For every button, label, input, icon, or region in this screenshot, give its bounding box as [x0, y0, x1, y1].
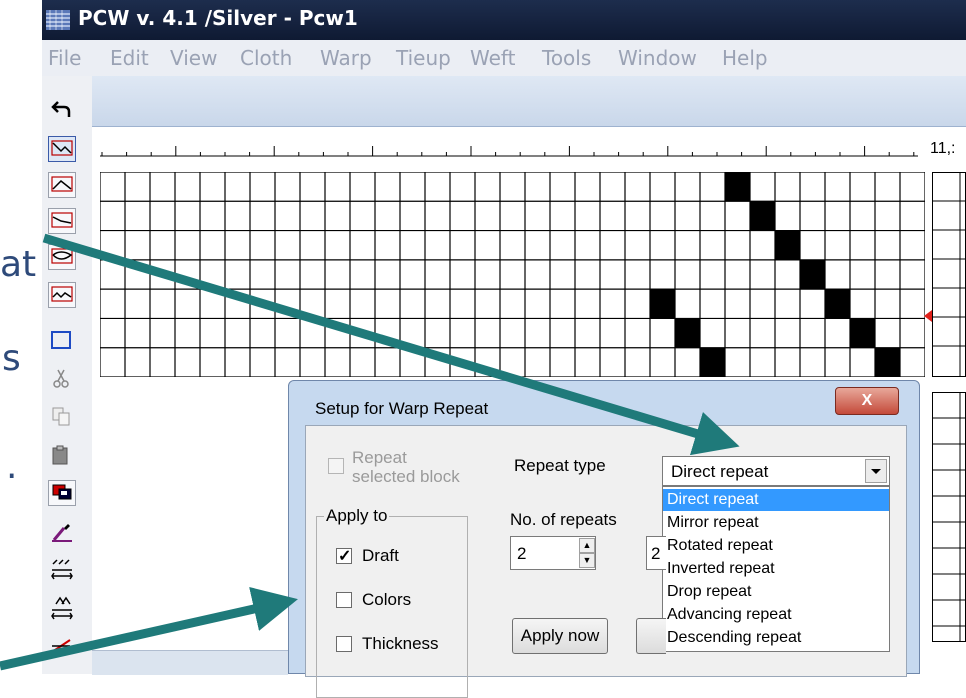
chevron-down-icon[interactable] [865, 459, 887, 483]
menu-weft[interactable]: Weft [470, 46, 515, 70]
pattern-tool-3-icon[interactable] [48, 208, 76, 234]
menu-warp[interactable]: Warp [320, 46, 372, 70]
window-title-bar: PCW v. 4.1 /Silver - Pcw1 [42, 0, 966, 40]
paste-icon[interactable] [48, 442, 76, 468]
repeat-selected-block-label: Repeat selected block [352, 448, 460, 486]
left-toolbar [42, 76, 93, 674]
apply-to-label: Apply to [324, 506, 390, 526]
menu-edit[interactable]: Edit [110, 46, 149, 70]
close-button[interactable]: X [835, 387, 899, 415]
filled-cell [650, 289, 675, 319]
row-marker-icon [924, 310, 932, 322]
dialog-body: Repeat selected block Apply to ✓ Draft C… [305, 425, 907, 698]
option-mirror-repeat[interactable]: Mirror repeat [663, 512, 889, 534]
undo-icon[interactable] [48, 96, 76, 122]
option-rotated-repeat[interactable]: Rotated repeat [663, 535, 889, 557]
thickness-label: Thickness [362, 634, 439, 653]
filled-cell [825, 289, 850, 319]
slide-text-fragment-2: s [2, 338, 21, 379]
option-advancing-repeat[interactable]: Advancing repeat [663, 604, 889, 626]
menu-view[interactable]: View [170, 46, 217, 70]
menu-file[interactable]: File [48, 46, 81, 70]
option-descending-repeat[interactable]: Descending repeat [663, 627, 889, 649]
second-button-partial[interactable] [636, 618, 666, 654]
apply-now-button[interactable]: Apply now [512, 618, 608, 654]
pattern-tool-2-icon[interactable] [48, 172, 76, 198]
filled-cell [700, 347, 725, 377]
tieup-grid-partial[interactable] [932, 172, 966, 377]
option-drop-repeat[interactable]: Drop repeat [663, 581, 889, 603]
pattern-tool-5-icon[interactable] [48, 282, 76, 308]
weft-repeat-icon[interactable] [48, 594, 76, 620]
spin-up-icon[interactable]: ▲ [579, 538, 595, 553]
filled-cell [725, 172, 750, 202]
warp-ruler [100, 146, 918, 157]
ruler-label: 11,: [930, 140, 956, 157]
apply-now-label: Apply now [520, 626, 600, 645]
document-toolbar-strip [92, 76, 966, 127]
block-copy-icon[interactable] [48, 480, 76, 506]
no-of-repeats-value: 2 [517, 544, 527, 563]
menu-tieup[interactable]: Tieup [396, 46, 451, 70]
draft-label: Draft [362, 546, 399, 565]
app-icon [46, 10, 70, 30]
menu-cloth[interactable]: Cloth [240, 46, 292, 70]
second-numeric-field[interactable]: 2 [646, 536, 666, 570]
repeat-type-label: Repeat type [514, 456, 606, 475]
spin-down-icon[interactable]: ▼ [579, 553, 595, 568]
pattern-tool-4-icon[interactable] [48, 244, 76, 270]
threading-grid[interactable] [100, 172, 925, 377]
option-direct-repeat[interactable]: Direct repeat [663, 489, 889, 511]
eyedropper-icon[interactable] [48, 518, 76, 544]
repeat-type-value: Direct repeat [671, 462, 769, 481]
window-title: PCW v. 4.1 /Silver - Pcw1 [78, 6, 358, 30]
filled-cell [750, 201, 775, 231]
workspace-scrollbar[interactable] [92, 650, 288, 675]
filled-cell [775, 230, 800, 260]
option-inverted-repeat[interactable]: Inverted repeat [663, 558, 889, 580]
filled-cell [675, 318, 700, 348]
menu-bar: File Edit View Cloth Warp Tieup Weft Too… [42, 40, 966, 77]
warp-repeat-dialog: Setup for Warp Repeat X Repeat selected … [288, 380, 920, 698]
menu-window[interactable]: Window [618, 46, 697, 70]
copy-icon[interactable] [48, 404, 76, 430]
filled-cell [875, 347, 900, 377]
dialog-title: Setup for Warp Repeat [315, 399, 489, 418]
erase-icon[interactable] [48, 634, 76, 660]
warp-repeat-icon[interactable] [48, 556, 76, 582]
pattern-tool-1-icon[interactable] [48, 136, 76, 162]
repeat-type-select[interactable]: Direct repeat [662, 456, 890, 486]
draft-checkbox[interactable]: ✓ [336, 548, 352, 565]
menu-tools[interactable]: Tools [542, 46, 591, 70]
filled-cell [800, 259, 825, 290]
treadling-grid-partial[interactable] [932, 392, 966, 642]
colors-checkbox[interactable] [336, 592, 352, 608]
colors-label: Colors [362, 590, 412, 609]
second-numeric-value: 2 [651, 544, 661, 563]
no-of-repeats-label: No. of repeats [510, 510, 617, 529]
thickness-checkbox[interactable] [336, 636, 352, 652]
filled-cell [850, 318, 875, 348]
cut-icon[interactable] [48, 366, 76, 392]
repeat-type-dropdown-list: Direct repeat Mirror repeat Rotated repe… [662, 486, 890, 652]
repeat-selected-block-checkbox[interactable] [328, 458, 344, 474]
no-of-repeats-spinner[interactable]: 2 ▲ ▼ [510, 536, 596, 570]
menu-help[interactable]: Help [722, 46, 768, 70]
slide-text-fragment-3: . [6, 446, 18, 487]
slide-text-fragment-1: at [0, 244, 37, 285]
rectangle-select-icon[interactable] [48, 328, 76, 354]
